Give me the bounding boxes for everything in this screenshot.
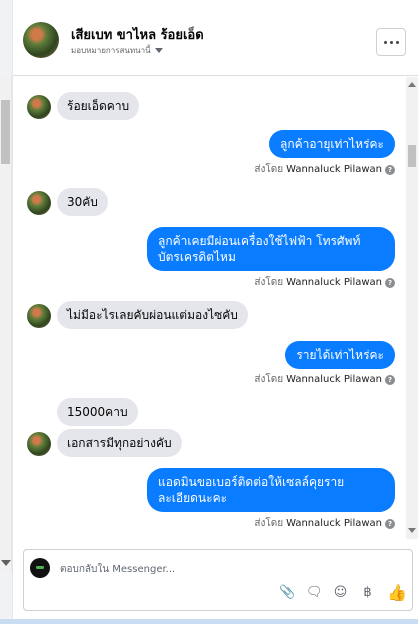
incoming-message[interactable]: ไม่มีอะไรเลยคับผ่อนแต่มองไซคับ: [57, 301, 248, 329]
payment-icon[interactable]: ฿: [360, 585, 375, 600]
outgoing-message[interactable]: ลูกค้าเคยมีผ่อนเครื่องใช้ไฟฟ้า โทรศัพท์ …: [147, 227, 395, 271]
page-scrollbar[interactable]: [0, 76, 12, 572]
thread-scrollbar[interactable]: [406, 77, 418, 539]
sender-avatar[interactable]: [27, 304, 51, 328]
sent-by-prefix: ส่งโดย: [254, 518, 284, 529]
more-dot-icon: [383, 40, 387, 44]
emoji-icon[interactable]: ☺: [333, 585, 348, 600]
info-icon[interactable]: ?: [385, 164, 395, 175]
incoming-message[interactable]: 15000คาบ: [57, 398, 138, 426]
like-icon[interactable]: 👍: [387, 583, 407, 602]
info-icon[interactable]: ?: [385, 277, 395, 288]
attachment-icon[interactable]: 📎: [279, 585, 295, 600]
page-scroll-down-arrow[interactable]: [1, 560, 11, 566]
info-icon[interactable]: ?: [385, 374, 395, 385]
contact-avatar[interactable]: [23, 22, 59, 58]
outgoing-message[interactable]: ลูกค้าอายุเท่าไหร่คะ: [269, 130, 395, 158]
sent-by-line: ส่งโดย Wannaluck Pilawan ?: [254, 372, 395, 387]
sent-by-name: Wannaluck Pilawan: [286, 277, 382, 288]
sent-by-name: Wannaluck Pilawan: [286, 374, 382, 385]
sender-avatar[interactable]: [27, 191, 51, 215]
scroll-down-arrow[interactable]: [408, 528, 416, 533]
incoming-message[interactable]: ร้อยเอ็ดคาบ: [57, 92, 140, 120]
more-dot-icon: [389, 40, 393, 44]
contact-name[interactable]: เสียเบท ขาไหล ร้อยเอ็ด: [71, 24, 204, 45]
more-dot-icon: [395, 40, 399, 44]
sent-by-prefix: ส่งโดย: [254, 277, 284, 288]
sent-by-name: Wannaluck Pilawan: [286, 164, 382, 175]
incoming-message[interactable]: 30คับ: [57, 188, 108, 216]
scroll-up-arrow[interactable]: [408, 82, 416, 87]
bottom-strip: [0, 619, 418, 624]
sent-by-line: ส่งโดย Wannaluck Pilawan ?: [254, 516, 395, 531]
sent-by-name: Wannaluck Pilawan: [286, 518, 382, 529]
page-scrollbar-thumb[interactable]: [1, 100, 10, 164]
conversation-panel: เสียเบท ขาไหล ร้อยเอ็ด มอบหมายการสนทนานี…: [12, 0, 418, 624]
assign-label: มอบหมายการสนทนานี้: [71, 46, 151, 55]
assign-conversation-dropdown[interactable]: มอบหมายการสนทนานี้: [71, 44, 163, 57]
sent-by-prefix: ส่งโดย: [254, 374, 284, 385]
message-thread: ร้อยเอ็ดคาบ ลูกค้าอายุเท่าไหร่คะ ส่งโดย …: [13, 77, 407, 539]
more-options-button[interactable]: [376, 28, 406, 56]
sender-avatar[interactable]: [27, 95, 51, 119]
sender-avatar[interactable]: [27, 432, 51, 456]
thread-scrollbar-thumb[interactable]: [408, 145, 416, 167]
reply-input[interactable]: ตอบกลับใน Messenger...: [60, 562, 175, 577]
caret-down-icon: [154, 48, 163, 53]
sent-by-prefix: ส่งโดย: [254, 164, 284, 175]
saved-reply-icon[interactable]: 🗨: [306, 585, 323, 600]
composer-toolbar: 📎 🗨 ☺ ฿ 👍: [279, 583, 407, 602]
reply-composer[interactable]: ตอบกลับใน Messenger... 📎 🗨 ☺ ฿ 👍: [23, 549, 413, 611]
conversation-header: เสียเบท ขาไหล ร้อยเอ็ด มอบหมายการสนทนานี…: [13, 0, 418, 76]
incoming-message[interactable]: เอกสารมีทุกอย่างคับ: [57, 429, 182, 457]
sent-by-line: ส่งโดย Wannaluck Pilawan ?: [254, 162, 395, 177]
page-avatar: [30, 558, 50, 578]
info-icon[interactable]: ?: [385, 518, 395, 529]
outgoing-message[interactable]: แอดมินขอเบอร์ติดต่อให้เซลล์คุยรายละเอียด…: [147, 468, 395, 512]
outgoing-message[interactable]: รายได้เท่าไหร่คะ: [285, 341, 395, 369]
sent-by-line: ส่งโดย Wannaluck Pilawan ?: [254, 275, 395, 290]
